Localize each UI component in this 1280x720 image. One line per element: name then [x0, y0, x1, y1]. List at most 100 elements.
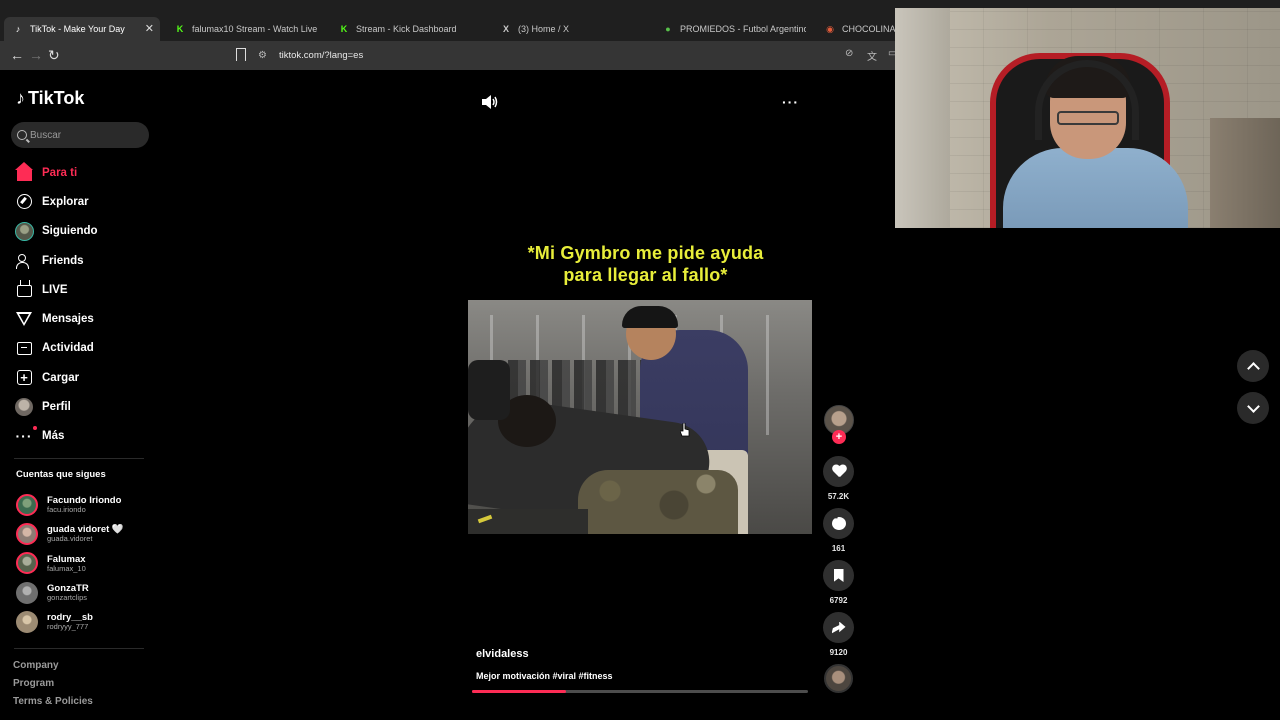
caption-line: para llegar al fallo* — [563, 265, 728, 285]
nav-label: Mensajes — [42, 313, 94, 326]
video-frame[interactable] — [468, 300, 812, 534]
nav-explorar[interactable]: Explorar — [14, 187, 154, 216]
nav-actividad[interactable]: Actividad — [14, 334, 154, 363]
avatar — [16, 581, 38, 604]
following-item[interactable]: Falumax falumax_10 — [16, 549, 156, 578]
nav-label: LIVE — [42, 283, 68, 296]
search-input[interactable] — [30, 129, 140, 141]
following-username: rodryyy_777 — [47, 622, 89, 632]
kick-icon: K — [176, 24, 184, 34]
caption-line: *Mi Gymbro me pide ayuda — [527, 243, 764, 263]
nav-mas[interactable]: ··· Más — [14, 422, 154, 451]
nav-label: Perfil — [42, 401, 71, 414]
share-icon — [831, 621, 846, 634]
friends-icon — [14, 251, 34, 271]
nav-para-ti[interactable]: Para ti — [14, 158, 154, 187]
home-icon — [14, 162, 34, 183]
spotter-cap — [622, 306, 678, 328]
following-item[interactable]: guada vidoret 🤍 guada.vidoret — [16, 519, 156, 548]
search-box[interactable] — [11, 122, 149, 148]
nav-label: Actividad — [42, 342, 94, 355]
following-username: guada.vidoret — [47, 534, 93, 544]
like-button[interactable] — [823, 456, 854, 487]
tiktok-logo[interactable]: ♪ TikTok — [16, 88, 84, 109]
close-tab-icon[interactable]: ✕ — [145, 22, 154, 35]
following-item[interactable]: GonzaTR gonzartclips — [16, 578, 156, 607]
heart-icon — [832, 465, 846, 478]
glasses — [1057, 111, 1119, 125]
nav-label: Para ti — [42, 166, 78, 179]
tab-x-home[interactable]: X (3) Home / X — [492, 18, 642, 40]
comment-icon — [831, 516, 846, 530]
avatar — [16, 552, 38, 575]
translate-icon[interactable]: 文 — [867, 48, 877, 63]
record-icon: ◉ — [826, 23, 834, 34]
video-author[interactable]: elvidaless — [476, 648, 529, 660]
webcam-shelf — [1210, 118, 1280, 228]
tab-title: PROMIEDOS - Futbol Argentino - Fi — [680, 24, 806, 34]
tab-promiedos[interactable]: ● PROMIEDOS - Futbol Argentino - Fi — [654, 18, 806, 40]
video-caption-overlay: *Mi Gymbro me pide ayuda para llegar al … — [468, 242, 823, 286]
logo-text: TikTok — [28, 88, 85, 108]
avatar — [16, 493, 38, 516]
dumbbell — [468, 360, 510, 420]
activity-icon — [14, 338, 34, 358]
nav-friends[interactable]: Friends — [14, 246, 154, 275]
video-progress-fill — [472, 690, 567, 693]
next-video-button[interactable] — [1237, 392, 1269, 424]
divider — [14, 458, 144, 459]
tab-chocolinas[interactable]: ◉ CHOCOLINAS - — [816, 18, 896, 40]
video-more-options-icon[interactable]: ··· — [782, 94, 799, 110]
tab-title: falumax10 Stream - Watch Live on K — [192, 24, 318, 34]
following-section-title: Cuentas que sigues — [16, 469, 106, 480]
divider — [14, 648, 144, 649]
sound-disc-icon[interactable] — [824, 664, 853, 693]
tab-title: Stream - Kick Dashboard — [356, 24, 457, 34]
comment-button[interactable] — [823, 508, 854, 539]
following-item[interactable]: Facundo Iriondo facu.iriondo — [16, 490, 156, 519]
following-username: falumax_10 — [47, 563, 86, 573]
reload-icon[interactable]: ↻ — [48, 47, 60, 64]
tab-tiktok[interactable]: ♪ TikTok - Make Your Day ✕ — [4, 17, 160, 41]
url-field[interactable]: ⚙ tiktok.com/?lang=es — [258, 45, 898, 66]
footer-link-terms[interactable]: Terms & Policies — [13, 696, 93, 714]
following-item[interactable]: rodry__sb rodryyy_777 — [16, 608, 156, 637]
share-button[interactable] — [823, 612, 854, 643]
save-button[interactable] — [823, 560, 854, 591]
previous-video-button[interactable] — [1237, 350, 1269, 382]
nav-mensajes[interactable]: Mensajes — [14, 304, 154, 333]
site-settings-icon[interactable]: ⚙ — [258, 50, 267, 61]
tiktok-logo-icon: ♪ — [16, 88, 25, 108]
nav-live[interactable]: LIVE — [14, 275, 154, 304]
main-nav: Para ti Explorar Siguiendo Friends LIVE … — [14, 158, 154, 451]
nav-label: Siguiendo — [42, 225, 98, 238]
nav-siguiendo[interactable]: Siguiendo — [14, 217, 154, 246]
nav-perfil[interactable]: Perfil — [14, 392, 154, 421]
bookmark-icon[interactable] — [236, 48, 246, 61]
profile-icon — [14, 397, 34, 417]
back-icon[interactable]: ← — [10, 47, 24, 63]
following-list: Facundo Iriondo facu.iriondo guada vidore… — [16, 490, 156, 637]
reader-off-icon[interactable]: ⊘ — [845, 48, 853, 59]
video-description: Mejor motivación #viral #fitness — [476, 671, 613, 681]
volume-icon[interactable] — [482, 95, 498, 109]
search-icon — [17, 130, 27, 140]
live-icon — [14, 280, 34, 300]
video-progress-bar[interactable] — [472, 690, 808, 693]
save-count: 6792 — [829, 596, 848, 605]
forward-icon[interactable]: → — [29, 47, 43, 63]
follow-plus-icon[interactable]: + — [832, 430, 846, 444]
url-text: tiktok.com/?lang=es — [278, 50, 364, 61]
like-count: 57.2K — [827, 492, 850, 501]
share-count: 9120 — [829, 648, 848, 657]
webcam-door — [895, 8, 950, 228]
tab-kick-stream[interactable]: K falumax10 Stream - Watch Live on K — [166, 18, 318, 40]
footer-link-company[interactable]: Company — [13, 660, 93, 678]
tab-kick-dashboard[interactable]: K Stream - Kick Dashboard — [330, 18, 480, 40]
comment-count: 161 — [831, 544, 846, 553]
footer-link-program[interactable]: Program — [13, 678, 93, 696]
avatar — [16, 611, 38, 634]
nav-cargar[interactable]: + Cargar — [14, 363, 154, 392]
lifter-camo-pants — [578, 470, 738, 534]
tiktok-icon: ♪ — [15, 24, 21, 34]
